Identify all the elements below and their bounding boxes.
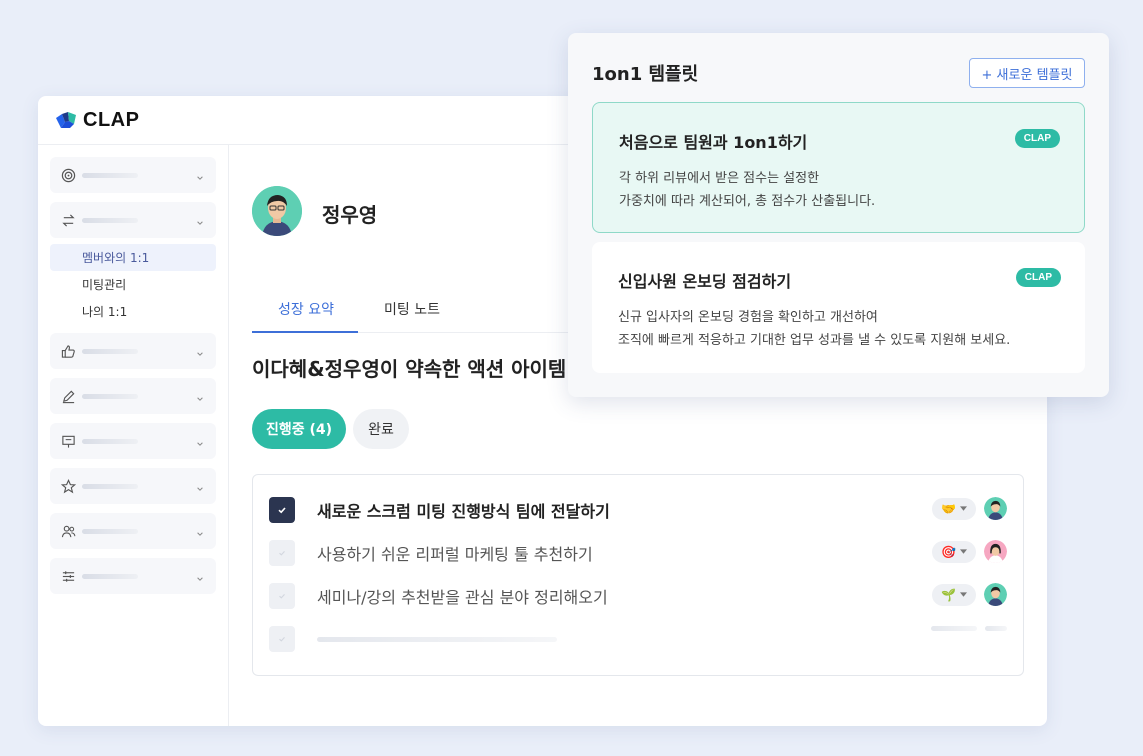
template-popup: 1on1 템플릿 + 새로운 템플릿 처음으로 팀원과 1on1하기 CLAP … (568, 33, 1109, 397)
popup-title: 1on1 템플릿 (592, 64, 699, 85)
tab-meeting-notes[interactable]: 미팅 노트 (384, 299, 440, 319)
avatar-placeholder (985, 626, 1007, 631)
sidebar-label-placeholder (82, 393, 138, 399)
tab-growth-summary[interactable]: 성장 요약 (278, 299, 334, 319)
sidebar-label-placeholder (82, 573, 138, 579)
caret-down-icon (959, 592, 967, 597)
action-item-text: 새로운 스크럼 미팅 진행방식 팀에 전달하기 (317, 502, 610, 521)
template-card[interactable]: 신입사원 온보딩 점검하기 CLAP 신규 입사자의 온보딩 경험을 확인하고 … (592, 242, 1085, 373)
template-description-line: 신규 입사자의 온보딩 경험을 확인하고 개선하여 (618, 310, 878, 325)
action-item-meta: 🎯 (932, 540, 1007, 563)
chevron-down-icon (196, 343, 204, 362)
template-card[interactable]: 처음으로 팀원과 1on1하기 CLAP 각 하위 리뷰에서 받은 점수는 설정… (592, 102, 1085, 233)
chevron-down-icon (196, 388, 204, 407)
action-item-meta: 🌱 (932, 583, 1007, 606)
logo[interactable]: CLAP (56, 109, 139, 132)
checkbox[interactable] (269, 583, 295, 609)
sidebar-group-praise[interactable] (50, 333, 216, 369)
sidebar-sub-list: 멤버와의 1:1 미팅관리 나의 1:1 (50, 244, 216, 325)
exchange-icon (60, 212, 76, 228)
sidebar: 멤버와의 1:1 미팅관리 나의 1:1 (38, 145, 229, 726)
chevron-down-icon (196, 433, 204, 452)
avatar[interactable] (984, 583, 1007, 606)
handshake-icon: 🤝 (941, 501, 956, 516)
template-description: 신규 입사자의 온보딩 경험을 확인하고 개선하여 조직에 빠르게 적응하고 기… (618, 306, 1059, 352)
seedling-icon: 🌱 (941, 587, 956, 602)
caret-down-icon (959, 506, 967, 511)
template-description-line: 조직에 빠르게 적응하고 기대한 업무 성과를 낼 수 있도록 지원해 보세요. (618, 333, 1011, 348)
action-item-list: 새로운 스크럼 미팅 진행방식 팀에 전달하기 🤝 사용하기 쉬운 리퍼럴 마케… (252, 474, 1024, 676)
template-description-line: 가중치에 따라 계산되어, 총 점수가 산출됩니다. (619, 194, 876, 209)
sidebar-label-placeholder (82, 172, 138, 178)
chevron-down-icon (196, 478, 204, 497)
reaction-dropdown[interactable]: 🌱 (932, 583, 976, 606)
sidebar-group-one-on-one[interactable] (50, 202, 216, 238)
checkbox[interactable] (269, 626, 295, 652)
logo-text: CLAP (83, 108, 140, 131)
avatar[interactable] (984, 497, 1007, 520)
star-icon (60, 478, 76, 494)
new-template-button[interactable]: + 새로운 템플릿 (969, 58, 1085, 88)
clap-badge: CLAP (1014, 129, 1060, 148)
sidebar-group-goals[interactable] (50, 157, 216, 193)
sidebar-item-my-1on1[interactable]: 나의 1:1 (50, 298, 216, 325)
sliders-icon (60, 568, 76, 584)
list-item: 세미나/강의 추천받을 관심 분야 정리해오기 🌱 (269, 583, 1007, 609)
chevron-down-icon (196, 167, 204, 186)
chevron-down-icon (196, 568, 204, 587)
text-placeholder (317, 636, 557, 642)
reaction-dropdown[interactable]: 🤝 (932, 497, 976, 520)
chevron-down-icon (196, 523, 204, 542)
clap-logo-icon (56, 111, 78, 129)
sidebar-label-placeholder (82, 483, 138, 489)
filter-in-progress-button[interactable]: 진행중 (4) (252, 409, 346, 449)
sidebar-label-placeholder (82, 528, 138, 534)
target-emoji-icon: 🎯 (941, 544, 956, 559)
sidebar-item-meeting-management[interactable]: 미팅관리 (50, 271, 216, 298)
sidebar-group-members[interactable] (50, 513, 216, 549)
avatar[interactable] (252, 186, 302, 236)
active-tab-indicator (252, 331, 358, 333)
pen-icon (60, 388, 76, 404)
list-item-placeholder (269, 626, 1007, 652)
sidebar-group-evaluation[interactable] (50, 468, 216, 504)
list-item: 새로운 스크럼 미팅 진행방식 팀에 전달하기 🤝 (269, 497, 1007, 523)
template-name: 처음으로 팀원과 1on1하기 (619, 133, 808, 152)
clap-badge: CLAP (1015, 268, 1061, 287)
template-description-line: 각 하위 리뷰에서 받은 점수는 설정한 (619, 171, 820, 186)
checkbox[interactable] (269, 497, 295, 523)
sidebar-item-member-1on1[interactable]: 멤버와의 1:1 (50, 244, 216, 271)
presentation-icon (60, 433, 76, 449)
section-title: 이다혜&정우영이 약속한 액션 아이템 (252, 357, 567, 381)
action-item-text: 세미나/강의 추천받을 관심 분야 정리해오기 (317, 588, 608, 607)
avatar[interactable] (984, 540, 1007, 563)
action-item-text: 사용하기 쉬운 리퍼럴 마케팅 툴 추천하기 (317, 545, 593, 564)
sidebar-label-placeholder (82, 348, 138, 354)
filter-done-button[interactable]: 완료 (353, 409, 409, 449)
sidebar-group-settings[interactable] (50, 558, 216, 594)
action-item-meta: 🤝 (932, 497, 1007, 520)
action-item-meta (931, 626, 1007, 631)
template-description: 각 하위 리뷰에서 받은 점수는 설정한 가중치에 따라 계산되어, 총 점수가… (619, 167, 1058, 213)
thumbs-up-icon (60, 343, 76, 359)
checkbox[interactable] (269, 540, 295, 566)
chip-placeholder (931, 626, 977, 631)
people-icon (60, 523, 76, 539)
chevron-down-icon (196, 212, 204, 231)
sidebar-group-reports[interactable] (50, 423, 216, 459)
sidebar-group-feedback[interactable] (50, 378, 216, 414)
template-name: 신입사원 온보딩 점검하기 (618, 272, 792, 291)
sidebar-label-placeholder (82, 438, 138, 444)
caret-down-icon (959, 549, 967, 554)
target-icon (60, 167, 76, 183)
reaction-dropdown[interactable]: 🎯 (932, 540, 976, 563)
list-item: 사용하기 쉬운 리퍼럴 마케팅 툴 추천하기 🎯 (269, 540, 1007, 566)
profile-name: 정우영 (322, 203, 378, 227)
sidebar-label-placeholder (82, 217, 138, 223)
